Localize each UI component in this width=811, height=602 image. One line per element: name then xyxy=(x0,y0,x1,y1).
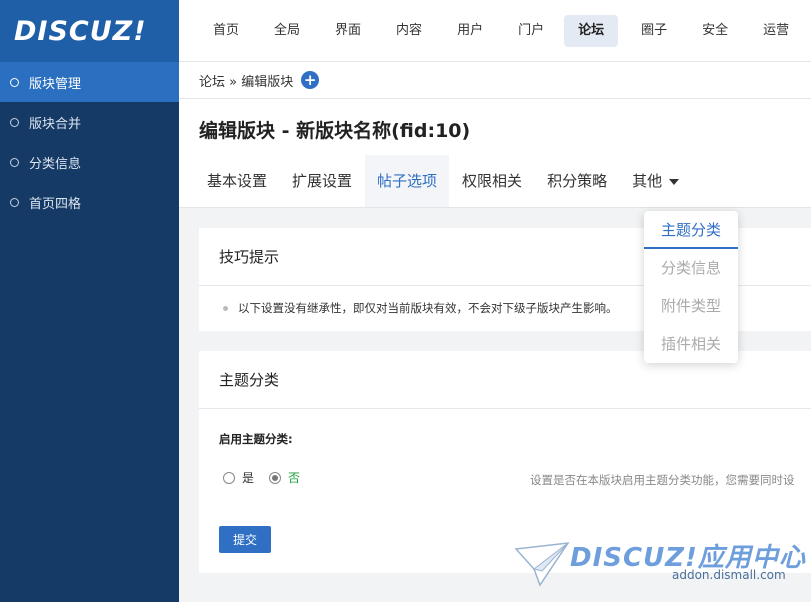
nav-item-home[interactable]: 首页 xyxy=(196,15,257,47)
paper-plane-icon xyxy=(514,542,570,587)
tab-post-options[interactable]: 帖子选项 xyxy=(365,155,450,207)
watermark-url: addon.dismall.com xyxy=(672,568,786,582)
logo[interactable]: DISCUZ! xyxy=(0,0,179,62)
bullet-icon xyxy=(223,305,228,311)
plus-icon[interactable]: + xyxy=(301,71,320,89)
logo-text: DISCUZ! xyxy=(14,15,147,47)
circle-icon xyxy=(10,117,19,127)
nav-item-portal[interactable]: 门户 xyxy=(501,15,562,47)
field-hint: 设置是否在本版块启用主题分类功能，您需要同时设 xyxy=(530,473,795,487)
tip-text: 以下设置没有继承性，即仅对当前版块有效，不会对下级子版块产生影响。 xyxy=(238,301,618,315)
sidebar-item-label: 版块合并 xyxy=(29,116,82,132)
tab-bar: 基本设置 扩展设置 帖子选项 权限相关 积分策略 其他 xyxy=(195,155,692,207)
nav-item-forum[interactable]: 论坛 xyxy=(564,14,619,47)
sidebar: DISCUZ! 版块管理 版块合并 分类信息 首页四格 xyxy=(0,0,179,602)
nav-item-interface[interactable]: 界面 xyxy=(318,15,379,47)
sidebar-item-label: 版块管理 xyxy=(29,76,82,92)
tab-other[interactable]: 其他 xyxy=(620,155,691,207)
dropdown-item-category-info[interactable]: 分类信息 xyxy=(644,249,738,287)
tab-extended-settings[interactable]: 扩展设置 xyxy=(280,155,364,207)
sidebar-item-label: 首页四格 xyxy=(29,196,82,212)
tab-other-label: 其他 xyxy=(632,172,663,190)
radio-yes[interactable] xyxy=(223,471,235,484)
tab-permissions[interactable]: 权限相关 xyxy=(450,155,534,207)
dropdown-item-attachment-types[interactable]: 附件类型 xyxy=(644,287,738,325)
circle-icon xyxy=(10,197,19,207)
page-header: 编辑版块 - 新版块名称(fid:10) 基本设置 扩展设置 帖子选项 权限相关… xyxy=(179,99,811,208)
nav-item-security[interactable]: 安全 xyxy=(685,15,746,47)
submit-button[interactable]: 提交 xyxy=(219,526,271,553)
caret-down-icon xyxy=(669,178,680,185)
nav-item-operations[interactable]: 运营 xyxy=(746,15,807,47)
nav-item-global[interactable]: 全局 xyxy=(257,15,318,47)
nav-item-users[interactable]: 用户 xyxy=(440,15,501,47)
dropdown-item-topic-category[interactable]: 主题分类 xyxy=(644,211,738,249)
radio-no-label[interactable]: 否 xyxy=(288,469,300,486)
top-nav: 首页 全局 界面 内容 用户 门户 论坛 圈子 安全 运营 xyxy=(179,0,811,62)
circle-icon xyxy=(10,157,19,167)
other-dropdown-menu: 主题分类 分类信息 附件类型 插件相关 xyxy=(644,211,738,363)
sidebar-item-forum-merge[interactable]: 版块合并 xyxy=(0,102,179,142)
radio-no[interactable] xyxy=(269,471,282,484)
enable-topic-radio-group: 是 否 xyxy=(223,469,315,486)
sidebar-item-category-info[interactable]: 分类信息 xyxy=(0,142,179,182)
nav-item-groups[interactable]: 圈子 xyxy=(624,15,685,47)
breadcrumb-text: 论坛 » 编辑版块 xyxy=(199,74,294,90)
page-title: 编辑版块 - 新版块名称(fid:10) xyxy=(199,120,471,142)
watermark: DISCUZ!应用中心 addon.dismall.com xyxy=(514,537,805,587)
circle-icon xyxy=(10,77,19,87)
sidebar-item-home-grid[interactable]: 首页四格 xyxy=(0,182,179,222)
nav-item-content[interactable]: 内容 xyxy=(379,15,440,47)
sidebar-item-label: 分类信息 xyxy=(29,156,82,172)
tab-basic-settings[interactable]: 基本设置 xyxy=(195,155,279,207)
breadcrumb: 论坛 » 编辑版块 + xyxy=(179,62,811,99)
dropdown-item-plugins[interactable]: 插件相关 xyxy=(644,325,738,363)
tab-credit-policy[interactable]: 积分策略 xyxy=(535,155,619,207)
sidebar-item-forum-manage[interactable]: 版块管理 xyxy=(0,62,179,102)
radio-yes-label[interactable]: 是 xyxy=(242,469,254,486)
enable-topic-label: 启用主题分类: xyxy=(219,432,293,446)
